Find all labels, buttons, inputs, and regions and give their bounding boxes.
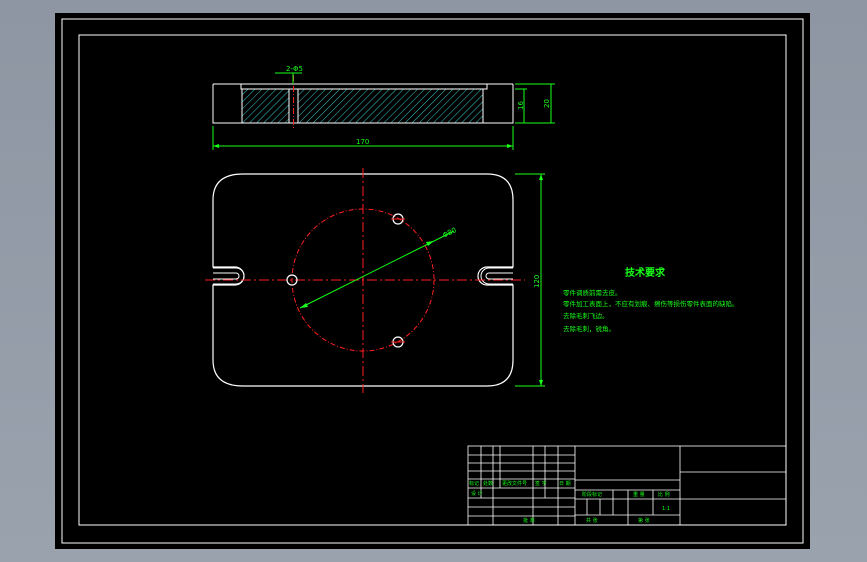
dim-height-20: 20 <box>543 99 551 108</box>
tb-label-sheet-no: 第 张 <box>638 517 650 524</box>
tb-label-design: 设 计 <box>471 490 483 497</box>
tb-label-date: 日 期 <box>559 481 571 487</box>
hole-bottom <box>391 336 405 348</box>
dim-width-170: 170 <box>356 138 369 146</box>
tech-req-item-4: 去除毛刺，锐角。 <box>563 324 615 333</box>
tb-label-stage-mark: 阶段标记 <box>582 491 602 498</box>
tb-label-approve: 批 准 <box>523 517 535 524</box>
cad-viewport[interactable]: 2-Φ5 170 16 20 Φ80 120 技术要求 零件调质前需去皮。 零件… <box>0 0 867 562</box>
tb-label-scale: 比 例 <box>658 491 670 498</box>
hatch-left <box>241 88 290 124</box>
dim-height-120: 120 <box>533 275 541 288</box>
tb-scale-value: 1:1 <box>662 506 670 512</box>
hatch-right <box>297 88 484 124</box>
tb-label-mark: 标记 <box>469 480 479 487</box>
tb-label-change-doc: 更改文件号 <box>502 480 527 487</box>
section-view: 2-Φ5 170 16 20 <box>212 65 555 150</box>
tb-label-count: 处数 <box>483 480 493 487</box>
title-block-labels: 标记 处数 更改文件号 签 字 日 期 设 计 批 准 阶段标记 重 量 比 例… <box>469 480 670 524</box>
tech-req-item-3: 去除毛刺飞边。 <box>563 311 609 320</box>
tech-req-item-1: 零件调质前需去皮。 <box>563 288 622 297</box>
callout-2-phi5: 2-Φ5 <box>286 65 303 73</box>
tb-label-signature: 签 字 <box>535 480 547 487</box>
dim-step-16: 16 <box>517 101 525 110</box>
dim-diameter-80: Φ80 <box>441 226 457 240</box>
tb-label-weight: 重 量 <box>633 491 645 498</box>
hole-top <box>391 213 405 225</box>
tb-label-sheets-total: 共 张 <box>586 517 598 524</box>
drawing-canvas: 2-Φ5 170 16 20 Φ80 120 技术要求 零件调质前需去皮。 零件… <box>61 18 804 544</box>
drawing-sheet: 2-Φ5 170 16 20 Φ80 120 技术要求 零件调质前需去皮。 零件… <box>55 13 810 549</box>
tech-req-title: 技术要求 <box>625 266 666 279</box>
technical-requirements: 技术要求 零件调质前需去皮。 零件加工表面上，不应有划痕、擦伤等损伤零件表面的缺… <box>563 266 739 333</box>
plan-view: Φ80 120 <box>205 168 545 393</box>
tech-req-item-2: 零件加工表面上，不应有划痕、擦伤等损伤零件表面的缺陷。 <box>563 299 739 308</box>
